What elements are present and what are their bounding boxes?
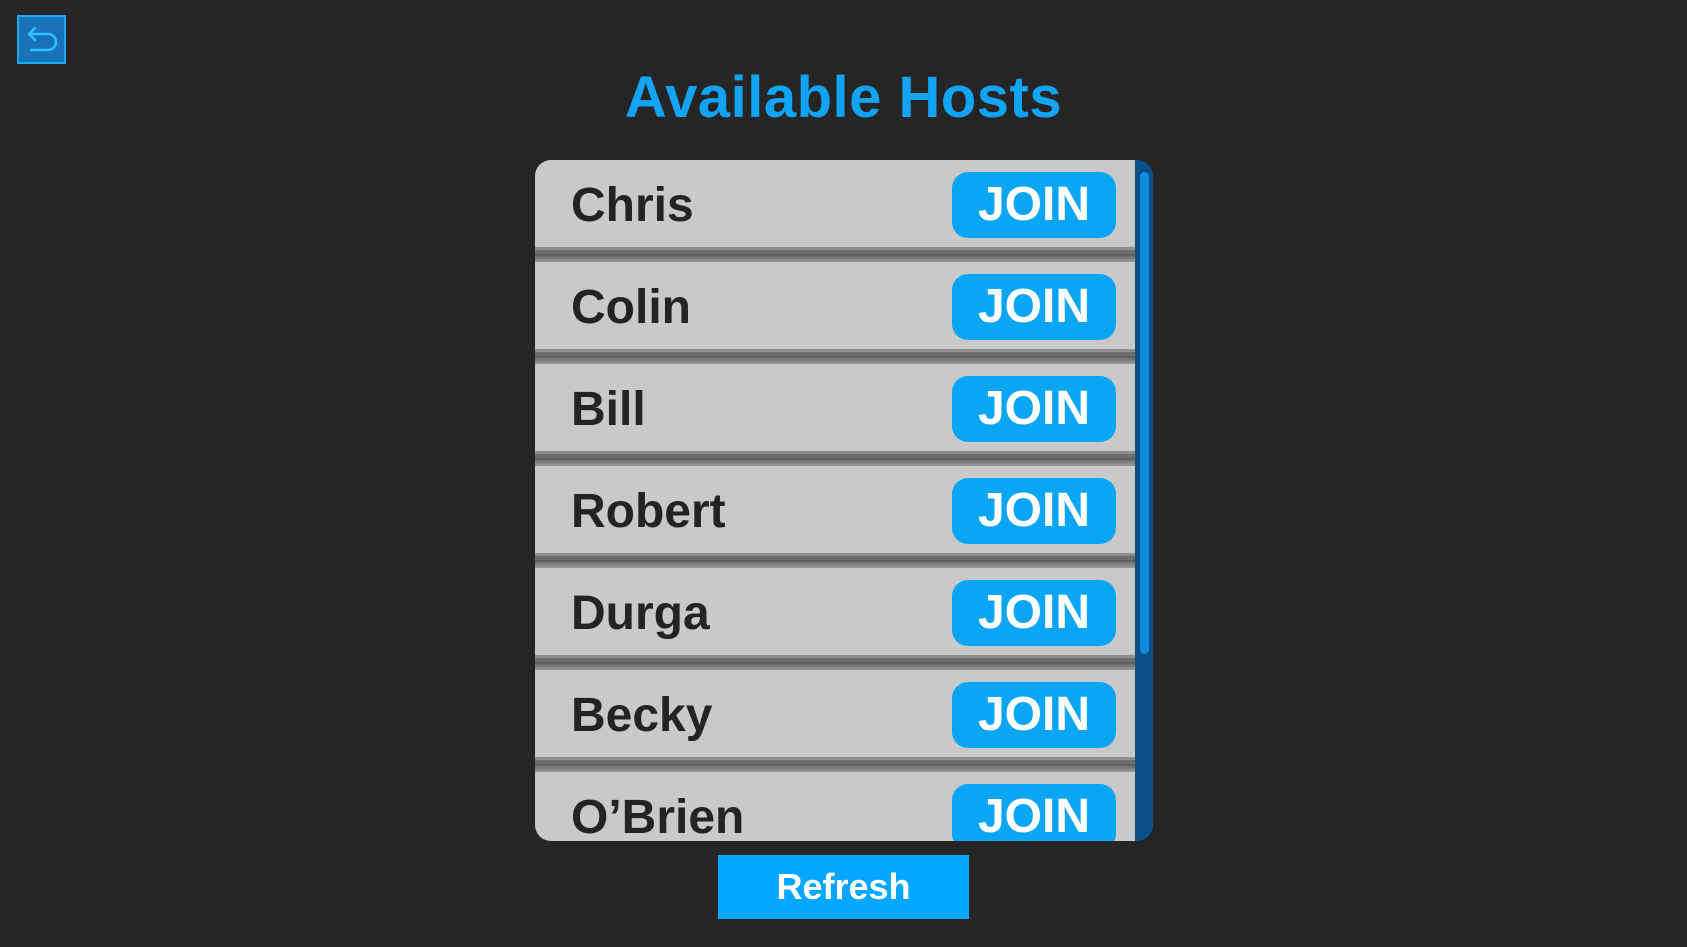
- host-row: Bill JOIN: [535, 364, 1135, 466]
- host-name: Colin: [571, 281, 691, 334]
- join-button[interactable]: JOIN: [952, 172, 1116, 238]
- host-row: Becky JOIN: [535, 670, 1135, 772]
- host-row: Colin JOIN: [535, 262, 1135, 364]
- page-title: Available Hosts: [624, 65, 1063, 130]
- join-button[interactable]: JOIN: [952, 376, 1116, 442]
- host-name: Bill: [571, 383, 646, 436]
- host-row: O’Brien JOIN: [535, 772, 1135, 841]
- host-name: Durga: [571, 587, 710, 640]
- available-hosts-panel: Chris JOIN Colin JOIN Bill JOIN Robert J…: [535, 160, 1153, 841]
- host-name: Becky: [571, 689, 713, 742]
- join-button[interactable]: JOIN: [952, 274, 1116, 340]
- host-row: Robert JOIN: [535, 466, 1135, 568]
- scrollbar-thumb[interactable]: [1140, 172, 1149, 654]
- host-row: Durga JOIN: [535, 568, 1135, 670]
- join-button[interactable]: JOIN: [952, 784, 1116, 841]
- host-row: Chris JOIN: [535, 160, 1135, 262]
- scrollbar-track[interactable]: [1135, 160, 1153, 841]
- back-button[interactable]: [17, 15, 66, 64]
- undo-arrow-icon: [27, 26, 58, 52]
- host-list: Chris JOIN Colin JOIN Bill JOIN Robert J…: [535, 160, 1135, 841]
- join-button[interactable]: JOIN: [952, 580, 1116, 646]
- host-name: O’Brien: [571, 791, 745, 841]
- host-name: Robert: [571, 485, 726, 538]
- join-button[interactable]: JOIN: [952, 478, 1116, 544]
- host-name: Chris: [571, 179, 694, 232]
- refresh-button[interactable]: Refresh: [718, 855, 969, 919]
- host-browser-screen: Available Hosts Chris JOIN Colin JOIN Bi…: [0, 0, 1687, 947]
- join-button[interactable]: JOIN: [952, 682, 1116, 748]
